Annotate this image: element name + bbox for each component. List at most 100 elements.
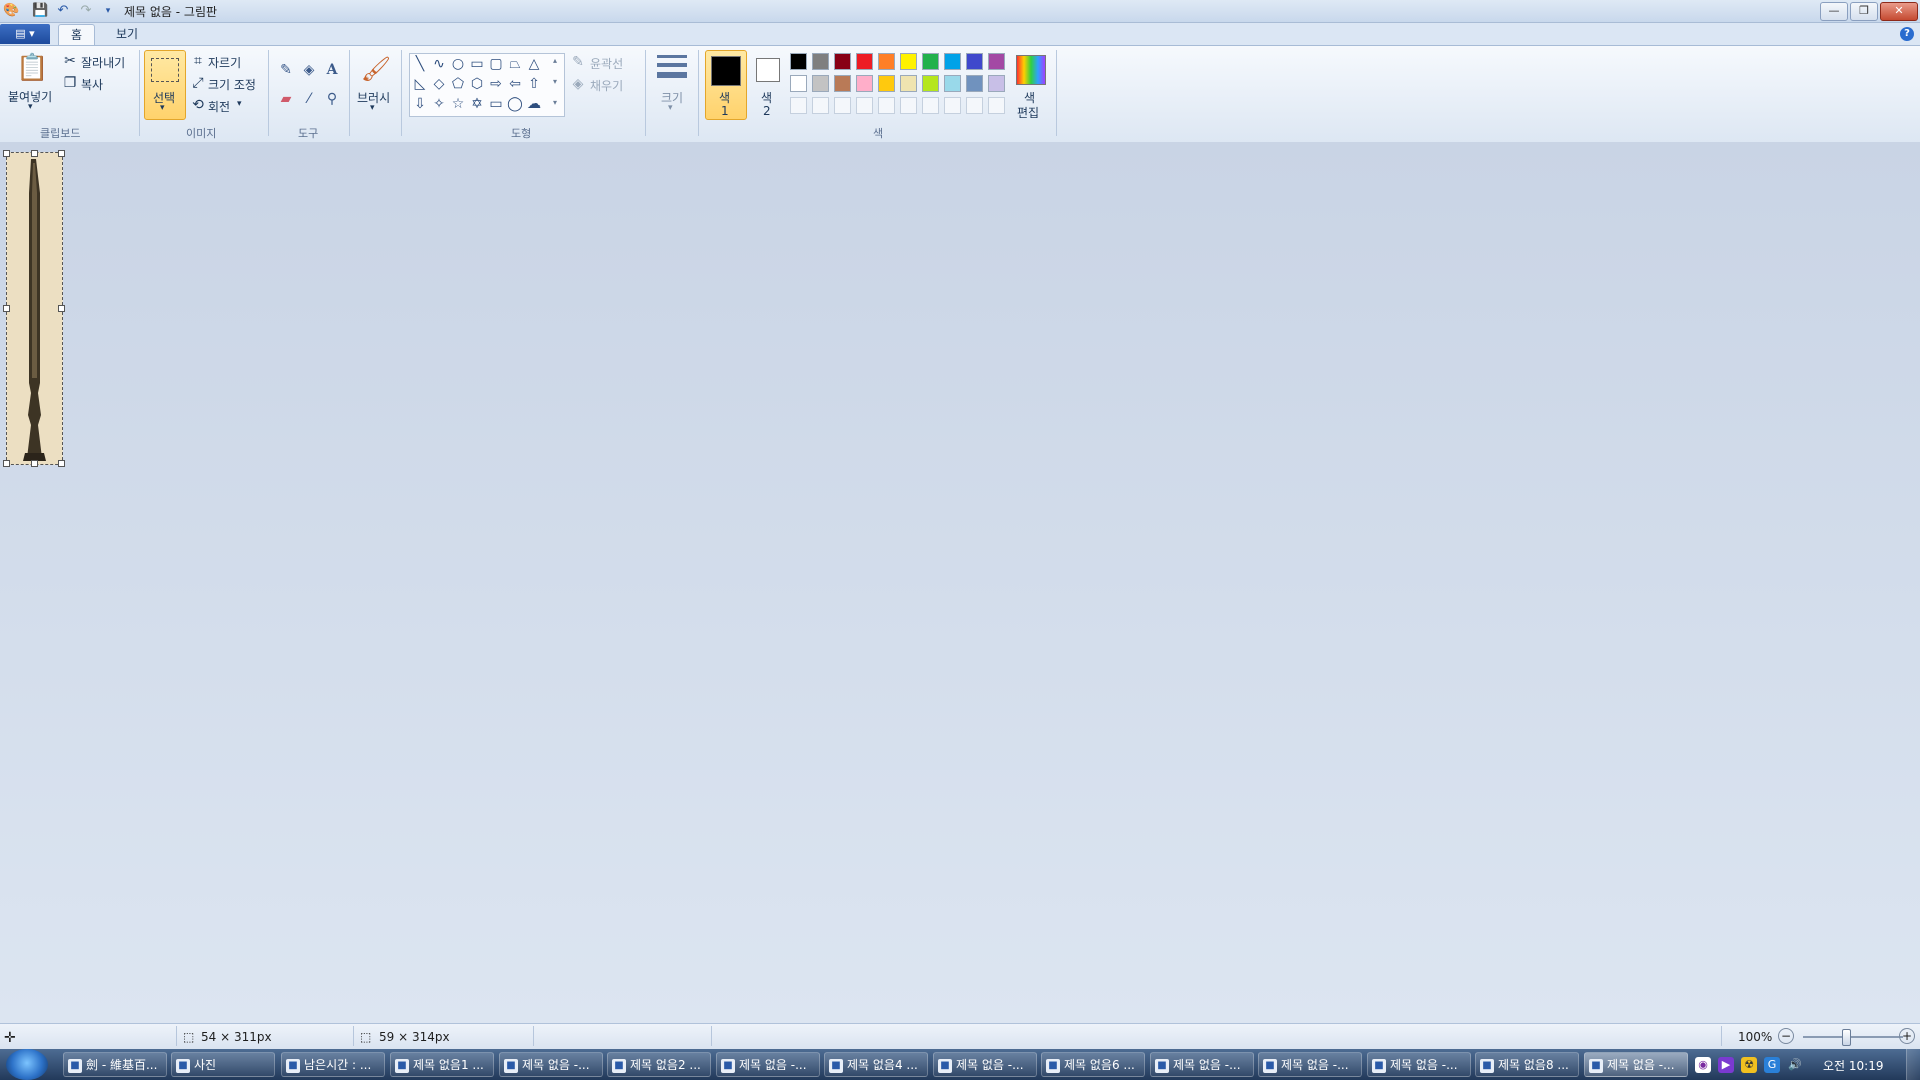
tab-view[interactable]: 보기: [104, 24, 150, 45]
taskbar-item[interactable]: ■ 劍 - 維基百...: [63, 1052, 167, 1077]
eraser-icon[interactable]: ▰: [275, 88, 297, 110]
pentagon-shape[interactable]: ⬠: [449, 75, 467, 93]
rotate-dropdown-icon[interactable]: ▾: [237, 99, 242, 109]
triangle-shape[interactable]: △: [525, 55, 543, 73]
taskbar-item[interactable]: ■ 제목 없음 -...: [933, 1052, 1037, 1077]
taskbar-item[interactable]: ■ 제목 없음 -...: [1367, 1052, 1471, 1077]
start-button[interactable]: [6, 1049, 48, 1080]
oval-shape[interactable]: ○: [449, 55, 467, 73]
customize-toolbar-icon[interactable]: ▾: [100, 3, 116, 19]
curve-shape[interactable]: ∿: [430, 55, 448, 73]
oval-callout-shape[interactable]: ◯: [506, 95, 524, 113]
close-button[interactable]: ✕: [1880, 2, 1918, 21]
taskbar-item[interactable]: ■ 제목 없음 -...: [499, 1052, 603, 1077]
show-desktop-button[interactable]: [1906, 1049, 1920, 1080]
six-point-star-shape[interactable]: ✡: [468, 95, 486, 113]
custom-color-slot[interactable]: [812, 97, 829, 114]
resize-button[interactable]: 크기 조정: [208, 76, 256, 93]
cut-button[interactable]: 잘라내기: [81, 54, 125, 71]
rectangle-shape[interactable]: ▭: [468, 55, 486, 73]
tab-home[interactable]: 홈: [58, 24, 96, 46]
tray-media-icon[interactable]: ▶: [1718, 1057, 1734, 1073]
minimize-button[interactable]: —: [1820, 2, 1848, 21]
right-arrow-shape[interactable]: ⇨: [487, 75, 505, 93]
fill-shape-button[interactable]: 채우기: [590, 77, 623, 94]
custom-color-slot[interactable]: [856, 97, 873, 114]
line-shape[interactable]: ╲: [411, 55, 429, 73]
custom-color-slot[interactable]: [966, 97, 983, 114]
crop-button[interactable]: 자르기: [208, 54, 241, 71]
custom-color-slot[interactable]: [834, 97, 851, 114]
palette-swatch[interactable]: [966, 75, 983, 92]
copy-button[interactable]: 복사: [81, 76, 103, 93]
rotate-button[interactable]: 회전: [208, 98, 230, 115]
taskbar-item[interactable]: ■ 제목 없음6 ...: [1041, 1052, 1145, 1077]
clipboard-icon[interactable]: 📋: [16, 52, 48, 84]
custom-color-slot[interactable]: [878, 97, 895, 114]
magnifier-icon[interactable]: ⚲: [321, 88, 343, 110]
resize-handle-bottom[interactable]: [31, 460, 38, 467]
resize-handle-bottom-right[interactable]: [58, 460, 65, 467]
palette-swatch[interactable]: [878, 75, 895, 92]
palette-swatch[interactable]: [900, 75, 917, 92]
custom-color-slot[interactable]: [922, 97, 939, 114]
zoom-slider-track[interactable]: [1803, 1036, 1903, 1038]
volume-icon[interactable]: 🔊: [1787, 1057, 1803, 1073]
resize-handle-bottom-left[interactable]: [3, 460, 10, 467]
right-triangle-shape[interactable]: ◺: [411, 75, 429, 93]
rect-callout-shape[interactable]: ▭: [487, 95, 505, 113]
tray-record-icon[interactable]: ◉: [1695, 1057, 1711, 1073]
resize-handle-right[interactable]: [58, 305, 65, 312]
zoom-out-icon[interactable]: −: [1778, 1028, 1794, 1044]
fill-icon[interactable]: ◈: [298, 59, 320, 81]
custom-color-slot[interactable]: [944, 97, 961, 114]
diamond-shape[interactable]: ◇: [430, 75, 448, 93]
taskbar-item[interactable]: ■ 제목 없음 -...: [1258, 1052, 1362, 1077]
custom-color-slot[interactable]: [900, 97, 917, 114]
zoom-slider-thumb[interactable]: [1842, 1029, 1851, 1046]
taskbar-item[interactable]: ■ 제목 없음1 ...: [390, 1052, 494, 1077]
paste-dropdown-icon[interactable]: ▾: [28, 102, 33, 112]
work-area[interactable]: [0, 142, 1920, 1023]
palette-swatch[interactable]: [812, 75, 829, 92]
palette-swatch[interactable]: [944, 75, 961, 92]
taskbar-item[interactable]: ■ 제목 없음4 ...: [824, 1052, 928, 1077]
five-point-star-shape[interactable]: ☆: [449, 95, 467, 113]
zoom-in-icon[interactable]: +: [1899, 1028, 1915, 1044]
palette-swatch[interactable]: [834, 53, 851, 70]
resize-handle-top-right[interactable]: [58, 150, 65, 157]
outline-button[interactable]: 윤곽선: [590, 55, 623, 72]
palette-swatch[interactable]: [944, 53, 961, 70]
palette-swatch[interactable]: [966, 53, 983, 70]
palette-swatch[interactable]: [790, 75, 807, 92]
edit-colors-label-b[interactable]: 편집: [1017, 104, 1039, 121]
drawing-canvas[interactable]: [6, 152, 63, 465]
rounded-rectangle-shape[interactable]: ▢: [487, 55, 505, 73]
color-picker-icon[interactable]: ⁄: [298, 88, 320, 110]
brushes-dropdown-icon[interactable]: ▾: [370, 103, 375, 113]
app-menu-button[interactable]: ▤ ▾: [0, 24, 50, 44]
custom-color-slot[interactable]: [790, 97, 807, 114]
undo-icon[interactable]: ↶: [55, 3, 71, 19]
text-icon[interactable]: A: [321, 59, 343, 81]
four-point-star-shape[interactable]: ✧: [430, 95, 448, 113]
up-arrow-shape[interactable]: ⇧: [525, 75, 543, 93]
palette-swatch[interactable]: [922, 53, 939, 70]
down-arrow-shape[interactable]: ⇩: [411, 95, 429, 113]
redo-icon[interactable]: ↷: [78, 3, 94, 19]
palette-swatch[interactable]: [834, 75, 851, 92]
help-icon[interactable]: ?: [1900, 27, 1914, 41]
palette-swatch[interactable]: [900, 53, 917, 70]
resize-handle-top-left[interactable]: [3, 150, 10, 157]
taskbar-item[interactable]: ■ 제목 없음2 ...: [607, 1052, 711, 1077]
select-dropdown-icon[interactable]: ▾: [160, 103, 165, 113]
color2-swatch[interactable]: [756, 58, 780, 82]
palette-swatch[interactable]: [790, 53, 807, 70]
paint-app-icon[interactable]: 🎨: [3, 3, 19, 19]
custom-color-slot[interactable]: [988, 97, 1005, 114]
shapes-scroll-down-icon[interactable]: ▾: [553, 77, 561, 86]
size-dropdown-icon[interactable]: ▾: [668, 103, 673, 113]
hexagon-shape[interactable]: ⬡: [468, 75, 486, 93]
palette-swatch[interactable]: [856, 75, 873, 92]
edit-colors-icon[interactable]: [1016, 55, 1046, 85]
